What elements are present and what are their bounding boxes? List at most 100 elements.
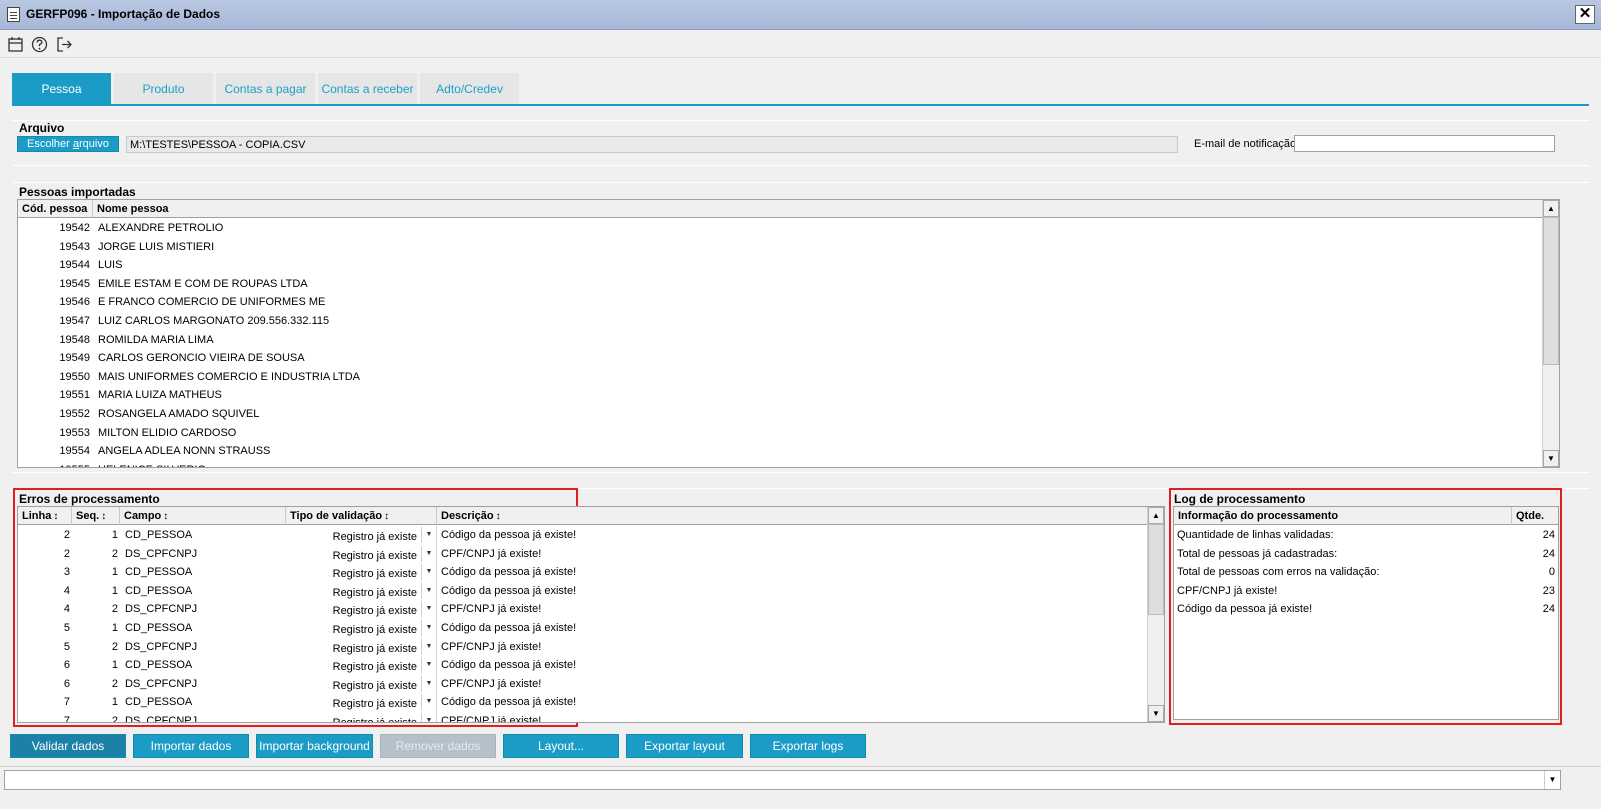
tipo-validacao-select[interactable]: Registro já existe ▼: [286, 600, 437, 620]
list-item[interactable]: Total de pessoas com erros na validação:…: [1174, 563, 1558, 582]
sort-icon: ↕: [163, 511, 169, 522]
col-tipo-validacao[interactable]: Tipo de validação ↕: [286, 507, 437, 525]
cod-pessoa-cell: 19551: [59, 389, 90, 402]
cod-pessoa-cell: 19546: [59, 296, 90, 309]
tipo-validacao-select[interactable]: Registro já existe ▼: [286, 526, 437, 545]
table-row[interactable]: 19555 HELENICE SILVERIO: [18, 461, 1542, 467]
chevron-down-icon[interactable]: ▼: [421, 545, 436, 562]
tipo-validacao-value: Registro já existe: [332, 698, 417, 711]
table-row[interactable]: 6 2 DS_CPFCNPJ Registro já existe ▼ CPF/CNPJ …: [18, 674, 1147, 694]
table-row[interactable]: 7 2 DS_CPFCNPJ Registro já existe ▼ CPF/CNPJ …: [18, 712, 1147, 723]
tipo-validacao-select[interactable]: Registro já existe ▼: [286, 712, 437, 722]
table-row[interactable]: 19554 ANGELA ADLEA NONN STRAUSS: [18, 442, 1542, 461]
email-field[interactable]: [1294, 135, 1555, 152]
table-row[interactable]: 6 1 CD_PESSOA Registro já existe ▼ Código da …: [18, 656, 1147, 676]
tipo-validacao-select[interactable]: Registro já existe ▼: [286, 637, 437, 657]
tab-pessoa[interactable]: Pessoa: [12, 73, 111, 105]
table-row[interactable]: 19552 ROSANGELA AMADO SQUIVEL: [18, 405, 1542, 424]
chevron-down-icon[interactable]: ▼: [421, 527, 436, 543]
help-icon[interactable]: [31, 36, 48, 53]
tab-contas-a-receber[interactable]: Contas a receber: [318, 73, 417, 105]
table-row[interactable]: 3 1 CD_PESSOA Registro já existe ▼ Código da …: [18, 563, 1147, 583]
chevron-down-icon[interactable]: ▼: [421, 564, 436, 581]
list-item[interactable]: Total de pessoas já cadastradas: 24: [1174, 545, 1558, 564]
col-descricao[interactable]: Descrição ↕: [437, 507, 1147, 525]
tipo-validacao-select[interactable]: Registro já existe ▼: [286, 619, 437, 638]
tab-contas-a-pagar[interactable]: Contas a pagar: [216, 73, 315, 105]
exit-icon[interactable]: [56, 36, 73, 53]
tipo-validacao-select[interactable]: Registro já existe ▼: [286, 581, 437, 601]
exportar-layout-button[interactable]: Exportar layout: [626, 734, 743, 758]
table-row[interactable]: 19545 EMILE ESTAM E COM DE ROUPAS LTDA: [18, 275, 1542, 294]
list-item[interactable]: Quantidade de linhas validadas: 24: [1174, 526, 1558, 545]
chevron-down-icon[interactable]: ▼: [421, 620, 436, 636]
scroll-down-icon[interactable]: ▼: [1543, 450, 1559, 467]
seq-cell: 1: [111, 566, 118, 579]
erros-scrollbar[interactable]: ▲ ▼: [1147, 507, 1164, 722]
col-informacao[interactable]: Informação do processamento: [1174, 507, 1512, 525]
col-campo[interactable]: Campo ↕: [120, 507, 286, 525]
chevron-down-icon[interactable]: ▼: [421, 694, 436, 711]
nome-pessoa-cell: E FRANCO COMERCIO DE UNIFORMES ME: [98, 296, 326, 309]
linha-cell: 3: [63, 566, 70, 579]
table-row[interactable]: 19542 ALEXANDRE PETROLIO: [18, 219, 1542, 238]
chevron-down-icon[interactable]: ▼: [421, 601, 436, 618]
tipo-validacao-select[interactable]: Registro já existe ▼: [286, 693, 437, 713]
pessoas-scrollbar[interactable]: ▲ ▼: [1542, 200, 1559, 467]
chevron-down-icon[interactable]: ▼: [421, 657, 436, 674]
chevron-down-icon[interactable]: ▼: [421, 638, 436, 655]
tipo-validacao-select[interactable]: Registro já existe ▼: [286, 674, 437, 694]
close-button[interactable]: ✕: [1575, 5, 1595, 24]
table-row[interactable]: 19546 E FRANCO COMERCIO DE UNIFORMES ME: [18, 293, 1542, 312]
scroll-up-icon[interactable]: ▲: [1543, 200, 1559, 217]
importar-dados-button[interactable]: Importar dados: [133, 734, 249, 758]
table-row[interactable]: 4 2 DS_CPFCNPJ Registro já existe ▼ CPF/CNPJ …: [18, 600, 1147, 620]
tipo-validacao-select[interactable]: Registro já existe ▼: [286, 656, 437, 676]
table-row[interactable]: 19544 LUIS: [18, 256, 1542, 275]
file-path-field[interactable]: M:\TESTES\PESSOA - COPIA.CSV: [126, 136, 1178, 153]
table-row[interactable]: 2 1 CD_PESSOA Registro já existe ▼ Código da …: [18, 526, 1147, 545]
col-qtde[interactable]: Qtde.: [1512, 507, 1558, 525]
col-descricao-label: Descrição: [441, 510, 494, 522]
table-row[interactable]: 19549 CARLOS GERONCIO VIEIRA DE SOUSA: [18, 349, 1542, 368]
col-seq[interactable]: Seq. ↕: [72, 507, 120, 525]
chevron-down-icon[interactable]: ▼: [421, 582, 436, 599]
table-row[interactable]: 5 1 CD_PESSOA Registro já existe ▼ Código da …: [18, 619, 1147, 638]
chevron-down-icon[interactable]: ▼: [421, 675, 436, 692]
col-linha[interactable]: Linha ↕: [18, 507, 72, 525]
table-row[interactable]: 19551 MARIA LUIZA MATHEUS: [18, 386, 1542, 405]
table-row[interactable]: 4 1 CD_PESSOA Registro já existe ▼ Código da …: [18, 581, 1147, 601]
descricao-cell: Código da pessoa já existe!: [441, 696, 577, 709]
validar-dados-button[interactable]: Validar dados: [10, 734, 126, 758]
linha-cell: 7: [63, 715, 70, 723]
col-cod-pessoa[interactable]: Cód. pessoa: [18, 200, 93, 218]
status-combo[interactable]: ▼: [4, 770, 1561, 790]
table-row[interactable]: 19543 JORGE LUIS MISTIERI: [18, 238, 1542, 257]
importar-background-button[interactable]: Importar background: [256, 734, 373, 758]
tipo-validacao-select[interactable]: Registro já existe ▼: [286, 563, 437, 583]
exportar-logs-button[interactable]: Exportar logs: [750, 734, 866, 758]
table-row[interactable]: 2 2 DS_CPFCNPJ Registro já existe ▼ CPF/CNPJ …: [18, 544, 1147, 564]
choose-file-button[interactable]: Escolher arquivo: [17, 136, 119, 152]
col-nome-pessoa[interactable]: Nome pessoa: [93, 200, 1542, 218]
tab-produto[interactable]: Produto: [114, 73, 213, 105]
table-row[interactable]: 19550 MAIS UNIFORMES COMERCIO E INDUSTRIA…: [18, 368, 1542, 387]
table-row[interactable]: 7 1 CD_PESSOA Registro já existe ▼ Código da …: [18, 693, 1147, 713]
scroll-thumb[interactable]: [1148, 524, 1164, 615]
scroll-up-icon[interactable]: ▲: [1148, 507, 1164, 524]
chevron-down-icon[interactable]: ▼: [1544, 771, 1560, 789]
calendar-icon[interactable]: [7, 36, 24, 53]
scroll-thumb[interactable]: [1543, 217, 1559, 365]
layout-button[interactable]: Layout...: [503, 734, 619, 758]
tipo-validacao-select[interactable]: Registro já existe ▼: [286, 544, 437, 564]
table-row[interactable]: 19548 ROMILDA MARIA LIMA: [18, 331, 1542, 350]
scroll-down-icon[interactable]: ▼: [1148, 705, 1164, 722]
list-item[interactable]: CPF/CNPJ já existe! 23: [1174, 582, 1558, 601]
table-row[interactable]: 19553 MILTON ELIDIO CARDOSO: [18, 424, 1542, 443]
chevron-down-icon[interactable]: ▼: [421, 713, 436, 722]
tab-adto-credev[interactable]: Adto/Credev: [420, 73, 519, 105]
table-row[interactable]: 19547 LUIZ CARLOS MARGONATO 209.556.332.1…: [18, 312, 1542, 331]
table-row[interactable]: 5 2 DS_CPFCNPJ Registro já existe ▼ CPF/CNPJ …: [18, 637, 1147, 657]
list-item[interactable]: Código da pessoa já existe! 24: [1174, 600, 1558, 619]
cod-pessoa-cell: 19553: [59, 426, 90, 439]
